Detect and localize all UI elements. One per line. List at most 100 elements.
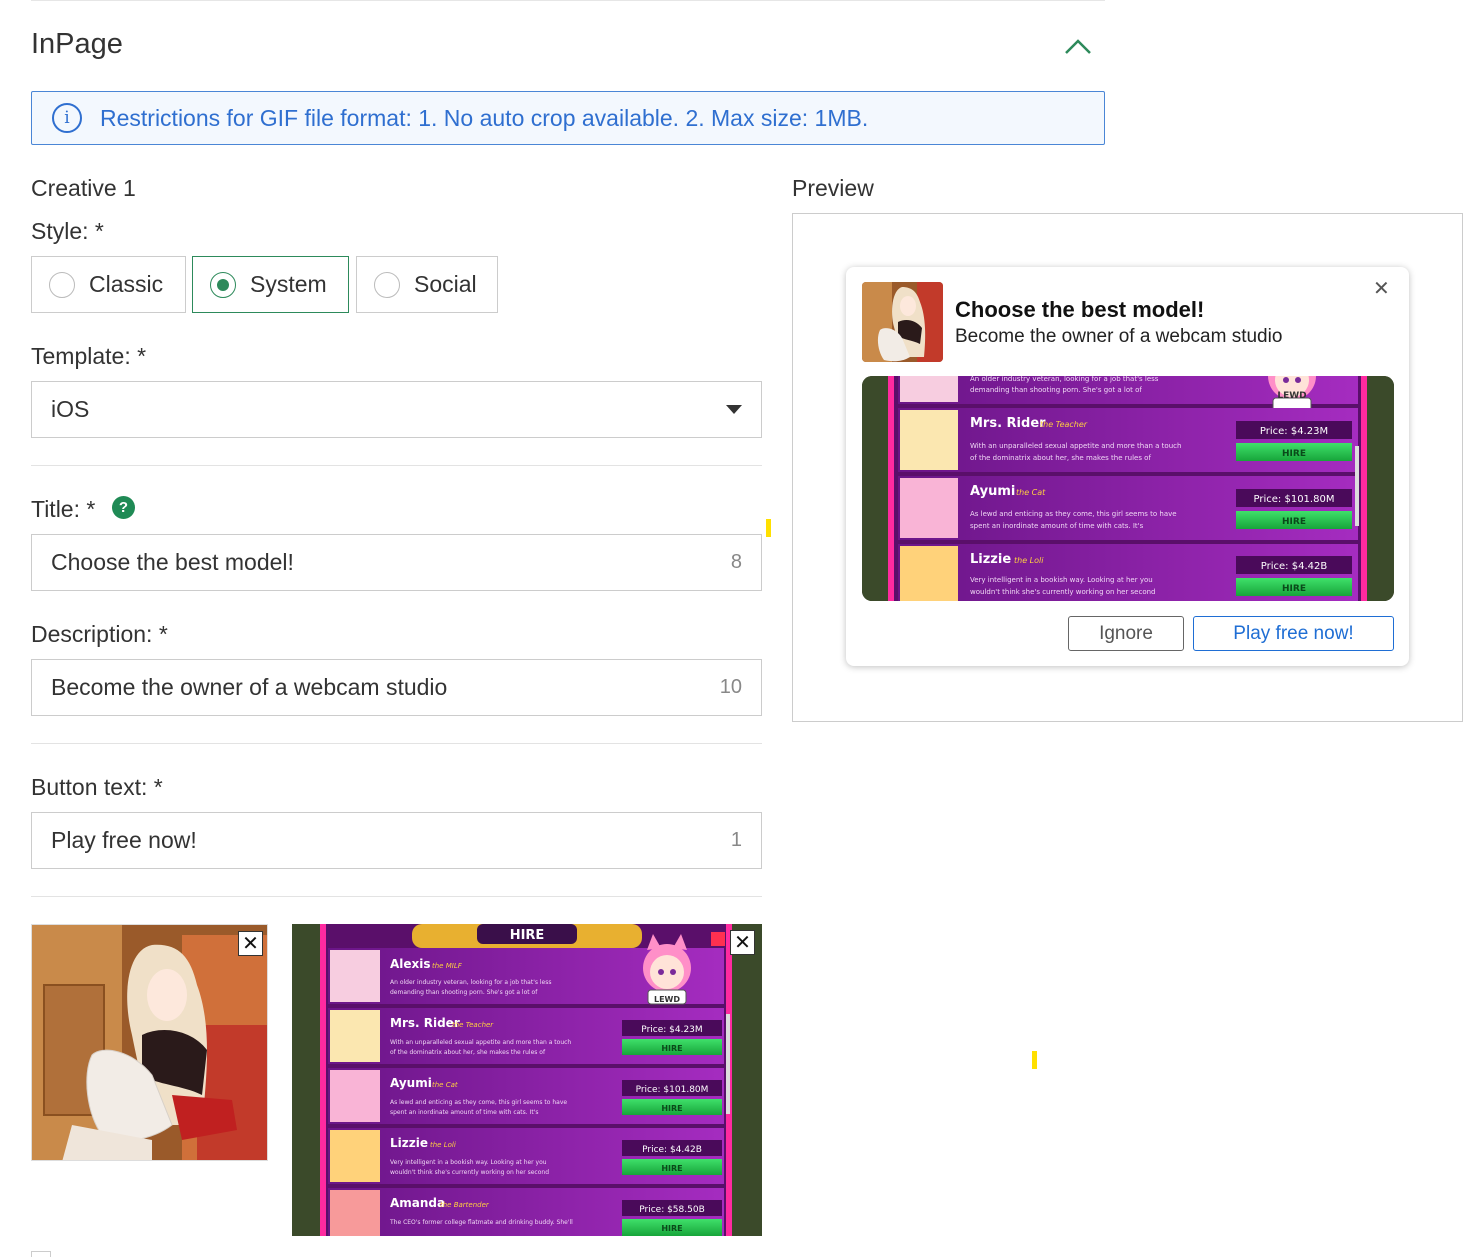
- radio-label: Classic: [89, 271, 164, 297]
- preview-row-ayumi: Ayumi the Cat As lewd and enticing as th…: [898, 476, 1358, 540]
- row-desc: demanding than shooting porn. She's got …: [390, 989, 538, 996]
- row-desc: Very intelligent in a bookish way. Looki…: [390, 1159, 547, 1166]
- row-hire: HIRE: [1282, 449, 1306, 459]
- divider: [31, 465, 762, 466]
- row-price: Price: $58.50B: [639, 1205, 705, 1215]
- row-hire: HIRE: [1282, 517, 1306, 527]
- row-desc: spent an inordinate amount of time with …: [970, 522, 1144, 530]
- caret-down-icon: [726, 405, 742, 414]
- game-row-ayumi: Ayumi the Cat As lewd and enticing as th…: [328, 1068, 724, 1124]
- close-icon: ✕: [734, 932, 751, 954]
- question-icon[interactable]: ?: [112, 496, 135, 519]
- section-title: InPage: [31, 28, 123, 60]
- preview-label: Preview: [792, 175, 874, 201]
- game-row-amanda: Amanda the Bartender The CEO's former co…: [328, 1188, 724, 1236]
- description-label: Description: *: [31, 621, 168, 647]
- game-header: HIRE: [510, 928, 545, 943]
- close-icon: ✕: [242, 933, 259, 955]
- row-desc: As lewd and enticing as they come, this …: [970, 510, 1177, 518]
- row-desc: An older industry veteran, looking for a…: [970, 376, 1159, 383]
- button-text-label: Button text: *: [31, 774, 163, 800]
- character-illustration: [32, 925, 267, 1160]
- checkbox[interactable]: [31, 1251, 51, 1257]
- collapse-button[interactable]: [1060, 32, 1096, 62]
- row-hire: HIRE: [661, 1164, 682, 1173]
- row-desc: of the dominatrix about her, she makes t…: [970, 454, 1151, 462]
- row-desc: With an unparalleled sexual appetite and…: [970, 442, 1181, 450]
- style-label: Style: *: [31, 218, 104, 244]
- divider: [31, 743, 762, 744]
- radio-circle: [374, 271, 400, 298]
- preview-row-mrs-rider: Mrs. Rider the Teacher With an unparalle…: [898, 408, 1358, 472]
- radio-circle: [49, 271, 75, 298]
- remove-image-button[interactable]: ✕: [730, 930, 755, 955]
- template-label: Template: *: [31, 343, 147, 369]
- row-name: Mrs. Rider: [390, 1016, 460, 1030]
- row-desc: wouldn't think she's currently working o…: [390, 1169, 549, 1176]
- row-price: Price: $101.80M: [636, 1085, 709, 1095]
- preview-row-lizzie: Lizzie the Loli Very intelligent in a bo…: [898, 544, 1358, 601]
- game-row-mrs-rider: Mrs. Rider the Teacher With an unparalle…: [328, 1008, 724, 1064]
- row-role: the Teacher: [1040, 420, 1088, 429]
- title-label: Title: *: [31, 496, 96, 522]
- row-desc: spent an inordinate amount of time with …: [390, 1109, 539, 1116]
- notification-icon-image: [862, 282, 943, 362]
- top-divider: [31, 0, 1105, 1]
- row-desc: The CEO's former college flatmate and dr…: [389, 1219, 573, 1226]
- style-option-system[interactable]: System: [192, 256, 349, 313]
- row-desc: wouldn't think she's currently working o…: [970, 588, 1156, 596]
- gif-restrictions-alert: i Restrictions for GIF file format: 1. N…: [31, 91, 1105, 145]
- row-role: the Bartender: [440, 1201, 490, 1209]
- creative-main-image: HIRE Alexis the MILF An older industry v…: [292, 924, 762, 1236]
- close-icon[interactable]: ✕: [1373, 276, 1390, 301]
- radio-label: System: [250, 271, 327, 297]
- row-price: Price: $4.23M: [641, 1025, 702, 1035]
- row-name: Ayumi: [390, 1076, 432, 1090]
- style-option-social[interactable]: Social: [356, 256, 498, 313]
- row-name: Amanda: [390, 1196, 445, 1210]
- row-desc: of the dominatrix about her, she makes t…: [390, 1049, 546, 1056]
- row-price: Price: $4.42B: [1261, 561, 1328, 572]
- row-desc: demanding than shooting porn. She's got …: [970, 386, 1142, 394]
- remove-image-button[interactable]: ✕: [238, 931, 263, 956]
- lewd-badge: LEWD: [1277, 391, 1306, 401]
- row-desc: Very intelligent in a bookish way. Looki…: [970, 576, 1153, 584]
- button-text-value: Play free now!: [51, 827, 197, 853]
- description-counter: 10: [719, 676, 742, 698]
- row-role: the Teacher: [452, 1021, 494, 1029]
- row-name: Lizzie: [970, 552, 1011, 567]
- row-hire: HIRE: [661, 1224, 682, 1233]
- title-value: Choose the best model!: [51, 549, 294, 575]
- marker: [766, 519, 771, 537]
- style-option-classic[interactable]: Classic: [31, 256, 186, 313]
- game-screenshot: HIRE Alexis the MILF An older industry v…: [292, 924, 762, 1236]
- template-value: iOS: [51, 396, 90, 422]
- button-text-input[interactable]: Play free now! 1: [31, 812, 762, 869]
- notification-title: Choose the best model!: [955, 297, 1205, 322]
- row-role: the Loli: [430, 1141, 456, 1149]
- row-name: Mrs. Rider: [970, 416, 1046, 431]
- notification-main-image: An older industry veteran, looking for a…: [862, 376, 1394, 601]
- divider: [31, 896, 762, 897]
- row-price: Price: $101.80M: [1254, 494, 1335, 505]
- row-desc: An older industry veteran, looking for a…: [390, 979, 552, 986]
- notification-description: Become the owner of a webcam studio: [955, 326, 1283, 347]
- play-free-now-button[interactable]: Play free now!: [1193, 616, 1394, 651]
- template-select[interactable]: iOS: [31, 381, 762, 438]
- row-desc: As lewd and enticing as they come, this …: [390, 1099, 567, 1106]
- row-name: Ayumi: [970, 484, 1015, 499]
- row-role: the Loli: [1014, 556, 1044, 565]
- info-icon: i: [52, 103, 82, 133]
- row-name: Lizzie: [390, 1136, 428, 1150]
- game-row-lizzie: Lizzie the Loli Very intelligent in a bo…: [328, 1128, 724, 1184]
- row-role: the Cat: [1016, 488, 1046, 497]
- row-role: the Cat: [432, 1081, 458, 1089]
- title-input[interactable]: Choose the best model! 8: [31, 534, 762, 591]
- row-name: Alexis: [390, 957, 431, 971]
- description-input[interactable]: Become the owner of a webcam studio 10: [31, 659, 762, 716]
- radio-label: Social: [414, 271, 477, 297]
- row-hire: HIRE: [661, 1044, 682, 1053]
- creative-label: Creative 1: [31, 175, 136, 201]
- ignore-button[interactable]: Ignore: [1068, 616, 1184, 651]
- row-price: Price: $4.42B: [642, 1145, 702, 1155]
